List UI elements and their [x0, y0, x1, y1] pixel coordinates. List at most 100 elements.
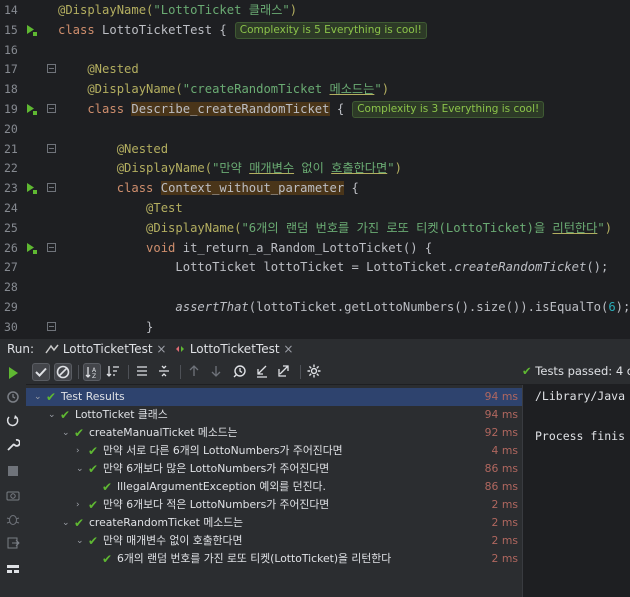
run-test-gutter-icon[interactable] [25, 241, 39, 255]
run-test-gutter-icon[interactable] [25, 23, 39, 37]
test-tree-row[interactable]: ⌄ ✔ LottoTicket 클래스 94 ms [26, 406, 522, 424]
history-button[interactable] [232, 363, 250, 381]
test-tree-row[interactable]: ⌄ ✔ 만약 매개변수 없이 호출한다면 2 ms [26, 532, 522, 550]
code-token: @Nested [58, 141, 169, 156]
fold-icon[interactable] [47, 143, 56, 153]
fold-icon[interactable] [47, 321, 56, 331]
test-tree-row[interactable]: › ✔ 만약 6개보다 적은 LottoNumbers가 주어진다면 2 ms [26, 496, 522, 514]
code-editor[interactable]: 14 @DisplayName("LottoTicket 클래스") 15 class… [0, 0, 630, 338]
chevron-down-icon[interactable]: ⌄ [76, 532, 86, 550]
code-line[interactable]: 22 @DisplayName("만약 매개변수 없이 호출한다면") [0, 158, 630, 178]
toolbar-separator [300, 365, 301, 379]
run-test-gutter-icon[interactable] [25, 181, 39, 195]
close-icon[interactable]: × [283, 342, 293, 356]
expand-all-button[interactable] [134, 363, 152, 381]
code-line[interactable]: 15 class LottoTicketTest {Complexity is 5… [0, 20, 630, 40]
fold-icon[interactable] [47, 104, 56, 113]
test-passed-icon: ✔ [46, 390, 57, 404]
chevron-down-icon[interactable]: ⌄ [62, 424, 72, 442]
code-line[interactable]: 19 class Describe_createRandomTicket {Co… [0, 99, 630, 119]
code-line[interactable]: 17 @Nested [0, 59, 630, 79]
toggle-auto-test-icon[interactable] [6, 414, 20, 428]
code-text: @DisplayName("LottoTicket 클래스") [58, 0, 297, 20]
toolbar-separator [180, 365, 181, 379]
test-name: 만약 6개보다 적은 LottoNumbers가 주어진다면 [103, 498, 330, 511]
show-passed-button[interactable] [32, 363, 50, 381]
test-duration: 94 ms [484, 390, 518, 403]
next-failed-icon [211, 366, 221, 377]
diamond-run-icon [176, 346, 184, 352]
chevron-down-icon[interactable]: ⌄ [62, 514, 72, 532]
import-tests-button[interactable] [254, 363, 272, 381]
junit-icon [45, 344, 59, 354]
code-line[interactable]: 30 } [0, 317, 630, 337]
show-ignored-button[interactable] [54, 363, 72, 381]
code-line[interactable]: 27 LottoTicket lottoTicket = LottoTicket… [0, 257, 630, 277]
code-token: { [344, 181, 359, 196]
sort-duration-button[interactable] [105, 363, 123, 381]
chevron-down-icon[interactable]: ⌄ [34, 388, 44, 406]
line-number: 22 [4, 161, 18, 176]
bug-icon[interactable] [6, 512, 20, 526]
line-number: 23 [4, 181, 18, 196]
test-name: Test Results [61, 390, 125, 403]
line-number: 29 [4, 300, 18, 314]
code-line[interactable]: 24 @Test [0, 198, 630, 218]
test-tree-row[interactable]: ✔ IllegalArgumentException 예외를 던진다. 86 ms [26, 478, 522, 496]
tab-run-config-1[interactable]: LottoTicketTest × [45, 339, 166, 361]
chevron-down-icon[interactable]: ⌄ [76, 460, 86, 478]
code-text: @DisplayName("6개의 랜덤 번호를 가진 로또 티켓(LottoT… [58, 218, 612, 238]
code-line[interactable]: 29 assertThat(lottoTicket.getLottoNumber… [0, 297, 630, 317]
test-tree-row[interactable]: ✔ 6개의 랜덤 번호를 가진 로또 티켓(LottoTicket)을 리턴한다 2… [26, 550, 522, 568]
code-line[interactable]: 18 @DisplayName("createRandomTicket 메소드는… [0, 79, 630, 99]
code-token: (lottoTicket.getLottoNumbers().size()).i… [248, 300, 609, 314]
rerun-failed-icon[interactable] [6, 390, 20, 404]
code-token: { [329, 102, 345, 116]
fold-icon[interactable] [47, 64, 56, 74]
code-line[interactable]: 28 [0, 277, 630, 297]
prev-failed-button[interactable] [186, 363, 204, 381]
run-title: Run: [7, 342, 35, 356]
chevron-right-icon[interactable]: › [76, 442, 86, 460]
code-line[interactable]: 25 @DisplayName("6개의 랜덤 번호를 가진 로또 티켓(Lot… [0, 218, 630, 238]
run-test-gutter-icon[interactable] [25, 102, 39, 116]
code-text: class Describe_createRandomTicket {Compl… [58, 99, 545, 119]
history-icon [233, 365, 246, 378]
test-results-tree[interactable]: ⌄ ✔ Test Results 94 ms ⌄ ✔ LottoTicket 클래스 94 m… [26, 385, 522, 597]
settings-button[interactable] [306, 363, 324, 381]
stop-icon[interactable] [6, 464, 20, 478]
test-tree-row[interactable]: ⌄ ✔ createManualTicket 메소드는 92 ms [26, 424, 522, 442]
test-duration: 4 ms [491, 444, 518, 457]
test-passed-icon: ✔ [102, 480, 113, 494]
complexity-badge: Complexity is 5 Everything is cool! [234, 21, 427, 39]
test-tree-row[interactable]: ⌄ ✔ createRandomTicket 메소드는 2 ms [26, 514, 522, 532]
next-failed-button[interactable] [208, 363, 226, 381]
test-tree-row[interactable]: › ✔ 만약 서로 다른 6개의 LottoNumbers가 주어진다면 4 ms [26, 442, 522, 460]
test-tree-row[interactable]: ⌄ ✔ 만약 6개보다 많은 LottoNumbers가 주어진다면 86 ms [26, 460, 522, 478]
export-tests-button[interactable] [276, 363, 294, 381]
export-icon[interactable] [6, 536, 20, 550]
code-token: @Test [58, 201, 183, 215]
console-output[interactable]: /Library/Java Process finis [522, 385, 630, 597]
chevron-right-icon[interactable]: › [76, 496, 86, 514]
code-line[interactable]: 14 @DisplayName("LottoTicket 클래스") [0, 0, 630, 20]
code-line[interactable]: 16 [0, 40, 630, 60]
code-text: } [58, 317, 153, 337]
code-line[interactable]: 23 class Context_without_parameter { [0, 178, 630, 198]
close-icon[interactable]: × [156, 342, 166, 356]
code-line[interactable]: 26 void it_return_a_Random_LottoTicket()… [0, 238, 630, 258]
code-line[interactable]: 20 [0, 119, 630, 139]
chevron-down-icon[interactable]: ⌄ [48, 406, 58, 424]
test-tree-row[interactable]: ⌄ ✔ Test Results 94 ms [26, 388, 522, 406]
toolbar-separator [128, 365, 129, 379]
wrench-icon[interactable] [6, 438, 20, 452]
collapse-all-button[interactable] [156, 363, 174, 381]
sort-alpha-button[interactable]: AZ [83, 363, 101, 381]
fold-icon[interactable] [47, 183, 56, 193]
fold-icon[interactable] [47, 242, 56, 252]
test-passed-icon: ✔ [74, 426, 85, 440]
code-line[interactable]: 21 @Nested [0, 139, 630, 159]
layout-icon[interactable] [6, 562, 20, 576]
camera-icon[interactable] [6, 488, 20, 502]
play-icon[interactable] [6, 366, 20, 380]
